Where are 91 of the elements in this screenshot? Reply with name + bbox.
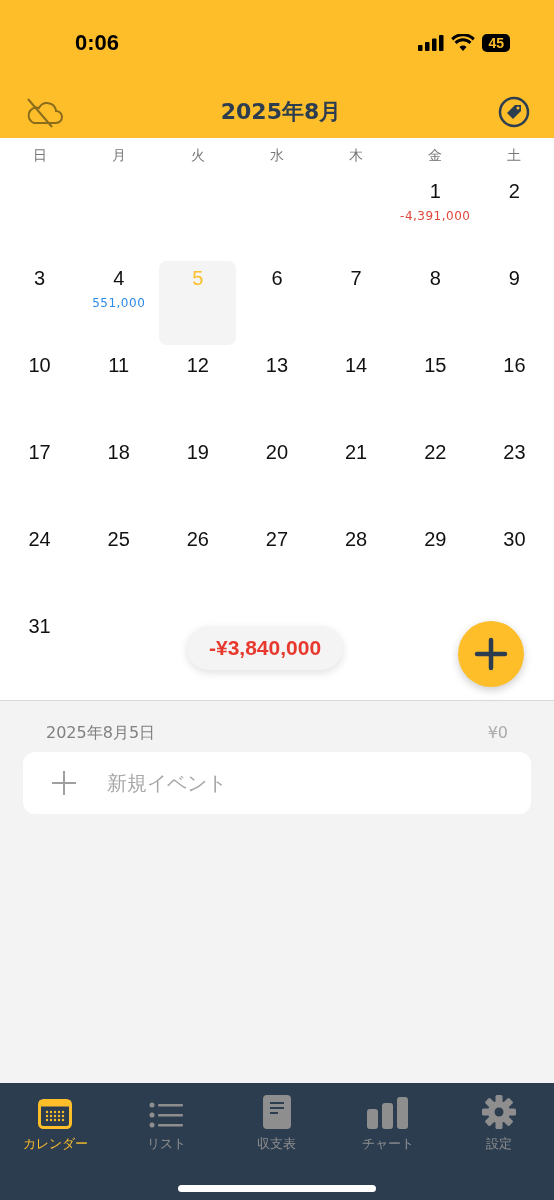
tab-item[interactable]: チャート xyxy=(332,1093,444,1153)
settings-icon xyxy=(481,1095,516,1129)
calendar-day[interactable]: 7 xyxy=(317,261,395,345)
day-number: 21 xyxy=(345,441,368,464)
bar-chart-icon xyxy=(366,1097,409,1129)
month-total-pill: -¥3,840,000 xyxy=(187,626,344,670)
calendar-day[interactable]: 30 xyxy=(475,522,553,606)
weekday-label: 火 xyxy=(189,147,206,165)
document-icon xyxy=(263,1095,291,1129)
add-button[interactable] xyxy=(458,621,524,687)
day-number: 30 xyxy=(503,528,526,551)
weekday-label: 月 xyxy=(110,147,127,165)
calendar-day[interactable]: 24 xyxy=(1,522,79,606)
tab-item[interactable]: 設定 xyxy=(443,1093,554,1153)
tab-item[interactable]: カレンダー xyxy=(0,1093,111,1153)
calendar-day[interactable]: 11 xyxy=(80,348,158,432)
day-number: 22 xyxy=(424,441,447,464)
tag-icon[interactable] xyxy=(498,95,530,128)
day-number: 7 xyxy=(350,267,362,290)
day-number: 5 xyxy=(192,267,204,290)
day-number: 26 xyxy=(186,528,209,551)
wifi-icon xyxy=(451,34,476,51)
calendar-day[interactable]: 21 xyxy=(317,435,395,519)
day-number: 9 xyxy=(508,267,520,290)
day-amount: -4,391,000 xyxy=(400,209,471,223)
day-number: 3 xyxy=(34,267,46,290)
calendar-day[interactable]: 10 xyxy=(1,348,79,432)
day-number: 24 xyxy=(28,528,51,551)
day-number: 10 xyxy=(28,354,51,377)
day-number: 8 xyxy=(429,267,441,290)
day-total: ¥0 xyxy=(487,723,508,744)
calendar-day[interactable]: 17 xyxy=(1,435,79,519)
day-number: 16 xyxy=(503,354,526,377)
day-number: 27 xyxy=(265,528,289,551)
calendar-day[interactable]: 6 xyxy=(238,261,316,345)
calendar-day[interactable]: 16 xyxy=(475,348,553,432)
tab-item[interactable]: リスト xyxy=(110,1093,222,1153)
day-number: 12 xyxy=(186,354,209,377)
calendar-day[interactable]: 25 xyxy=(80,522,158,606)
day-number: 14 xyxy=(345,354,368,377)
list-icon xyxy=(149,1101,184,1129)
calendar-day[interactable]: 3 xyxy=(1,261,79,345)
weekday-label: 金 xyxy=(427,147,444,165)
day-number: 25 xyxy=(107,528,130,551)
calendar-day[interactable]: 31 xyxy=(1,609,79,693)
weekday-label: 木 xyxy=(348,147,365,165)
calendar-day[interactable]: 2 xyxy=(475,174,553,258)
calendar-icon xyxy=(38,1099,73,1129)
month-title: 2025年8月 xyxy=(220,97,342,126)
weekday-label: 土 xyxy=(506,147,523,165)
day-number: 31 xyxy=(28,615,51,638)
calendar-day[interactable]: 14 xyxy=(317,348,395,432)
day-number: 4 xyxy=(113,267,125,290)
day-number: 23 xyxy=(503,441,526,464)
day-number: 15 xyxy=(424,354,447,377)
day-number: 29 xyxy=(424,528,447,551)
plus-icon xyxy=(474,637,508,671)
calendar-day[interactable]: 28 xyxy=(317,522,395,606)
calendar-day[interactable]: 15 xyxy=(396,348,474,432)
calendar-day[interactable]: 20 xyxy=(238,435,316,519)
calendar-day[interactable]: 29 xyxy=(396,522,474,606)
calendar-day[interactable]: 26 xyxy=(159,522,237,606)
calendar-day[interactable]: 13 xyxy=(238,348,316,432)
calendar-day[interactable]: 27 xyxy=(238,522,316,606)
selected-date: 2025年8月5日 xyxy=(46,723,156,744)
day-number: 20 xyxy=(265,441,289,464)
calendar-day[interactable]: 8 xyxy=(396,261,474,345)
status-time: 0:06 xyxy=(75,29,120,56)
day-number: 2 xyxy=(508,180,520,203)
calendar-day[interactable]: 1 -4,391,000 xyxy=(396,174,474,258)
day-number: 17 xyxy=(28,441,51,464)
calendar-day[interactable]: 19 xyxy=(159,435,237,519)
day-number: 18 xyxy=(107,441,130,464)
calendar-day[interactable]: 12 xyxy=(159,348,237,432)
calendar-day[interactable]: 9 xyxy=(475,261,553,345)
day-number: 11 xyxy=(108,354,130,377)
calendar-day[interactable]: 18 xyxy=(80,435,158,519)
day-number: 19 xyxy=(186,441,209,464)
day-amount: 551,000 xyxy=(92,296,146,310)
weekday-label: 水 xyxy=(269,147,285,165)
day-number: 6 xyxy=(271,267,283,290)
calendar-day[interactable]: 4 551,000 xyxy=(80,261,158,345)
day-number: 28 xyxy=(345,528,368,551)
weekday-label: 日 xyxy=(31,147,48,165)
calendar-day[interactable]: 22 xyxy=(396,435,474,519)
calendar-day[interactable]: 23 xyxy=(475,435,553,519)
signal-icon xyxy=(418,34,445,51)
battery-indicator: 45 xyxy=(482,33,510,52)
day-number: 1 xyxy=(429,180,441,203)
day-number: 13 xyxy=(265,354,289,377)
plus-icon xyxy=(51,770,77,796)
